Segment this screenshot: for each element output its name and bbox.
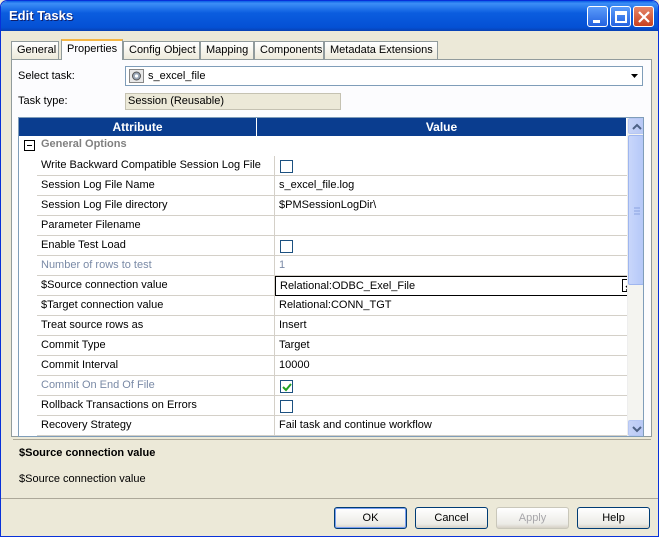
title-bar: Edit Tasks	[1, 1, 658, 31]
table-row: Number of rows to test 1	[37, 256, 637, 276]
tab-components[interactable]: Components	[254, 41, 324, 60]
help-button[interactable]: Help	[577, 507, 650, 529]
header-value: Value	[257, 118, 627, 136]
value-cell[interactable]: Relational:CONN_TGT	[275, 296, 637, 316]
checkbox[interactable]	[280, 400, 293, 413]
vertical-scrollbar[interactable]	[627, 118, 643, 436]
scroll-down-button[interactable]	[628, 420, 643, 436]
table-row[interactable]: Session Log File directory $PMSessionLog…	[37, 196, 637, 216]
tab-general[interactable]: General	[11, 41, 59, 60]
close-button[interactable]	[633, 6, 654, 27]
button-bar: OK Cancel Apply Help	[1, 498, 658, 536]
task-type-field: Session (Reusable)	[125, 93, 341, 110]
attr-cell: Treat source rows as	[37, 316, 275, 336]
description-title: $Source connection value	[19, 447, 156, 459]
attr-cell: Write Backward Compatible Session Log Fi…	[37, 156, 275, 176]
close-icon	[638, 11, 650, 23]
attr-cell: Enable Test Load	[37, 236, 275, 256]
attr-cell: Rollback Transactions on Errors	[37, 396, 275, 416]
table-row[interactable]: Commit Type Target	[37, 336, 637, 356]
group-label: General Options	[41, 138, 127, 150]
edit-tasks-dialog: Edit Tasks General Properties Config Obj…	[0, 0, 659, 537]
maximize-button[interactable]	[610, 6, 631, 27]
task-type-label: Task type:	[18, 95, 68, 107]
value-cell[interactable]: s_excel_file.log	[275, 176, 637, 196]
chevron-up-icon	[632, 123, 642, 130]
table-row[interactable]: Rollback Transactions on Errors	[37, 396, 637, 416]
table-row[interactable]: Enable Test Load	[37, 236, 637, 256]
attr-cell: Session Log File directory	[37, 196, 275, 216]
table-row[interactable]: $Source connection value Relational:ODBC…	[37, 276, 637, 296]
value-cell[interactable]	[275, 236, 637, 256]
attr-cell: Recovery Strategy	[37, 416, 275, 436]
attr-cell: Commit On End Of File	[37, 376, 275, 396]
attr-cell: $Target connection value	[37, 296, 275, 316]
collapse-icon[interactable]	[24, 140, 35, 151]
tab-mapping[interactable]: Mapping	[200, 41, 254, 60]
attr-cell: Parameter Filename	[37, 216, 275, 236]
select-task-arrow[interactable]	[625, 67, 642, 85]
value-cell[interactable]: Fail task and continue workflow	[275, 416, 637, 436]
value-cell	[275, 376, 637, 396]
tab-properties[interactable]: Properties	[61, 39, 123, 60]
checkbox[interactable]	[280, 240, 293, 253]
apply-button[interactable]: Apply	[496, 507, 569, 529]
value-cell[interactable]: Target	[275, 336, 637, 356]
checkbox[interactable]	[280, 160, 293, 173]
group-general-options: General Options	[19, 136, 627, 154]
table-row: Commit On End Of File	[37, 376, 637, 396]
minimize-button[interactable]	[587, 6, 608, 27]
table-row[interactable]: Parameter Filename	[37, 216, 637, 236]
table-row[interactable]: Write Backward Compatible Session Log Fi…	[37, 156, 637, 176]
attributes-grid: Attribute Value General Options Write Ba…	[18, 117, 644, 437]
minimize-icon	[593, 20, 600, 23]
attr-cell: Commit Interval	[37, 356, 275, 376]
value-cell[interactable]	[275, 216, 637, 236]
checkmark-icon	[282, 383, 292, 392]
value-cell[interactable]: 10000	[275, 356, 637, 376]
tab-metadata-extensions[interactable]: Metadata Extensions	[324, 41, 438, 60]
value-cell[interactable]: $PMSessionLogDir\	[275, 196, 637, 216]
scroll-thumb[interactable]	[628, 135, 643, 285]
session-icon	[129, 69, 144, 83]
tab-config-object[interactable]: Config Object	[123, 41, 200, 60]
table-row[interactable]: $Target connection value Relational:CONN…	[37, 296, 637, 316]
cancel-button[interactable]: Cancel	[415, 507, 488, 529]
description-text: $Source connection value	[19, 473, 146, 485]
table-row[interactable]: Recovery Strategy Fail task and continue…	[37, 416, 637, 436]
header-attribute: Attribute	[19, 118, 257, 136]
select-task-label: Select task:	[18, 70, 75, 82]
select-task-dropdown[interactable]: s_excel_file	[125, 66, 643, 86]
value-cell[interactable]: Relational:ODBC_Exel_File	[275, 276, 637, 296]
value-cell: 1	[279, 259, 286, 271]
select-task-value: s_excel_file	[148, 70, 206, 82]
grip-icon	[634, 207, 640, 215]
attr-cell: $Source connection value	[37, 276, 275, 296]
value-cell[interactable]	[275, 396, 637, 416]
value-text: Relational:ODBC_Exel_File	[280, 280, 416, 292]
table-row[interactable]: Session Log File Name s_excel_file.log	[37, 176, 637, 196]
chevron-down-icon	[632, 426, 642, 433]
checkbox	[280, 380, 293, 393]
value-cell[interactable]: Insert	[275, 316, 637, 336]
ok-button[interactable]: OK	[334, 507, 407, 529]
window-title: Edit Tasks	[9, 8, 74, 23]
table-row[interactable]: Treat source rows as Insert	[37, 316, 637, 336]
value-cell[interactable]	[275, 156, 637, 176]
scroll-up-button[interactable]	[628, 118, 643, 134]
maximize-icon	[615, 11, 627, 23]
attr-cell: Session Log File Name	[37, 176, 275, 196]
attr-cell: Commit Type	[37, 336, 275, 356]
table-row[interactable]: Commit Interval 10000	[37, 356, 637, 376]
chevron-down-icon	[631, 74, 638, 78]
attr-cell: Number of rows to test	[37, 256, 275, 276]
description-pane: $Source connection value $Source connect…	[13, 439, 651, 495]
